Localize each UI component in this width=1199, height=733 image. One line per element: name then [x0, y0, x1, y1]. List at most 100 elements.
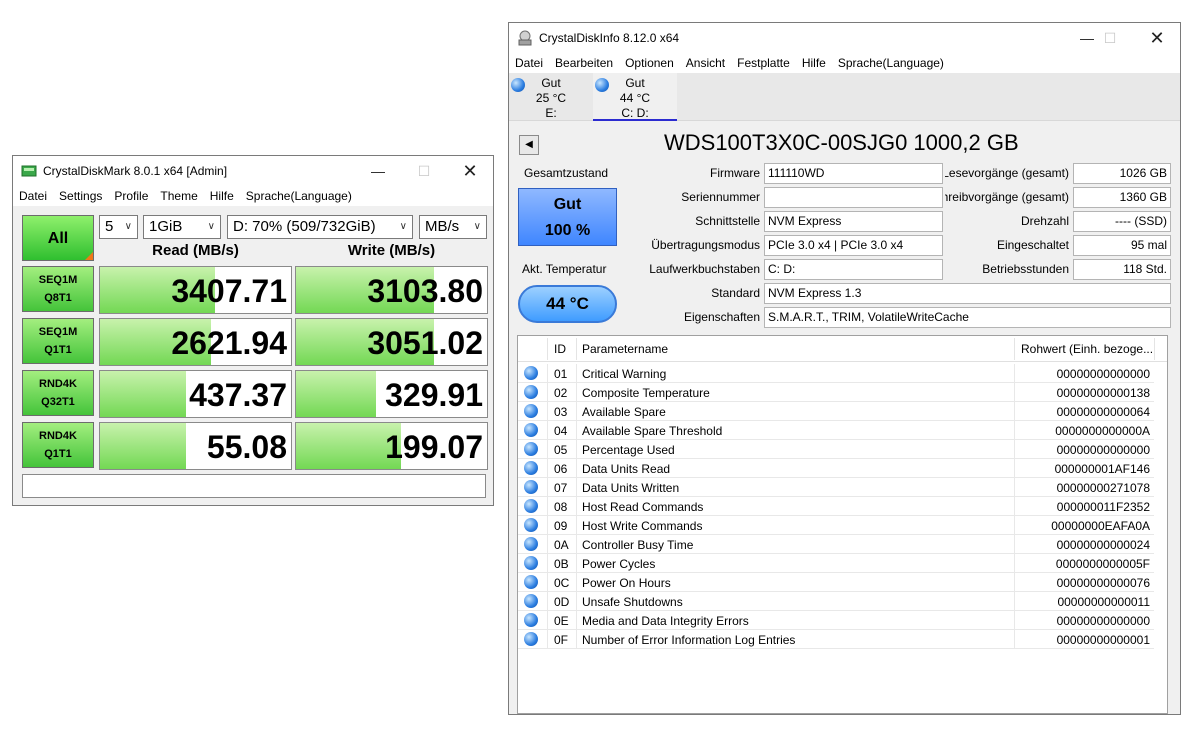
menu-ansicht[interactable]: Ansicht: [680, 53, 731, 73]
run-all-button[interactable]: All: [22, 215, 94, 261]
column-divider: [547, 459, 548, 478]
status-orb-icon: [524, 385, 538, 399]
column-divider: [547, 338, 548, 360]
table-row[interactable]: 0E Media and Data Integrity Errors 0000000…: [518, 611, 1154, 630]
table-row[interactable]: 05 Percentage Used 00000000000000: [518, 440, 1154, 459]
rnd4k-q32t1-button[interactable]: RND4K Q32T1: [22, 370, 94, 416]
column-divider: [576, 478, 577, 497]
column-header-name[interactable]: Parametername: [582, 342, 668, 356]
chevron-down-icon: ∨: [207, 221, 215, 232]
column-divider: [576, 573, 577, 592]
column-divider: [1014, 535, 1015, 554]
attribute-id: 02: [554, 386, 568, 400]
test-size-value: 1GiB: [149, 218, 183, 235]
table-row[interactable]: 0F Number of Error Information Log Entrie…: [518, 630, 1154, 649]
rotation-rate-label: Drehzahl: [1020, 214, 1069, 228]
table-row[interactable]: 02 Composite Temperature 00000000000138: [518, 383, 1154, 402]
menu-settings[interactable]: Settings: [53, 186, 108, 206]
read-header: Read (MB/s): [152, 242, 239, 259]
table-row[interactable]: 07 Data Units Written 00000000271078: [518, 478, 1154, 497]
table-row[interactable]: 09 Host Write Commands 00000000EAFA0A: [518, 516, 1154, 535]
menu-bearbeiten[interactable]: Bearbeiten: [549, 53, 619, 73]
maximize-button[interactable]: ☐: [1087, 23, 1133, 53]
table-row[interactable]: 0D Unsafe Shutdowns 00000000000011: [518, 592, 1154, 611]
attribute-id: 0D: [554, 595, 570, 609]
unit-select[interactable]: MB/s ∨: [419, 215, 487, 239]
attribute-name: Power Cycles: [582, 557, 656, 571]
attribute-raw-value: 00000000000001: [1056, 633, 1150, 647]
status-orb-icon: [524, 423, 538, 437]
attribute-raw-value: 00000000EAFA0A: [1051, 519, 1150, 533]
transfer-mode-value: PCIe 3.0 x4 | PCIe 3.0 x4: [764, 235, 943, 256]
attribute-raw-value: 000000011F2352: [1056, 500, 1150, 514]
menu-language[interactable]: Sprache(Language): [832, 53, 950, 73]
previous-disk-button[interactable]: ◀: [519, 135, 539, 155]
close-button[interactable]: ✕: [1134, 23, 1180, 53]
column-divider: [1014, 383, 1015, 402]
rnd4k-q1t1-button[interactable]: RND4K Q1T1: [22, 422, 94, 468]
close-button[interactable]: ✕: [447, 156, 493, 186]
test-size-select[interactable]: 1GiB ∨: [143, 215, 221, 239]
table-row[interactable]: 03 Available Spare 00000000000064: [518, 402, 1154, 421]
column-header-id[interactable]: ID: [554, 342, 566, 356]
test-count-select[interactable]: 5 ∨: [99, 215, 138, 239]
menu-language[interactable]: Sprache(Language): [240, 186, 358, 206]
column-divider: [547, 364, 548, 383]
column-divider: [1014, 592, 1015, 611]
write-value: 3051.02: [367, 325, 483, 361]
minimize-button[interactable]: —: [355, 156, 401, 186]
seq1m-q8t1-button[interactable]: SEQ1M Q8T1: [22, 266, 94, 312]
menu-optionen[interactable]: Optionen: [619, 53, 680, 73]
crystaldiskinfo-app-icon: [517, 30, 533, 46]
column-divider: [576, 630, 577, 649]
menu-hilfe[interactable]: Hilfe: [796, 53, 832, 73]
menu-profile[interactable]: Profile: [108, 186, 154, 206]
standard-label: Standard: [711, 286, 760, 300]
drive-select[interactable]: D: 70% (509/732GiB) ∨: [227, 215, 413, 239]
run-all-label: All: [47, 230, 69, 247]
menu-theme[interactable]: Theme: [154, 186, 203, 206]
attribute-raw-value: 00000000000000: [1056, 443, 1150, 457]
column-divider: [547, 573, 548, 592]
status-orb-icon: [524, 575, 538, 589]
table-row[interactable]: 01 Critical Warning 00000000000000: [518, 364, 1154, 383]
maximize-button[interactable]: ☐: [401, 156, 447, 186]
column-divider: [576, 554, 577, 573]
total-reads-value: 1026 GB: [1073, 163, 1171, 184]
triangle-left-icon: ◀: [525, 139, 533, 150]
attribute-raw-value: 00000000000000: [1056, 367, 1150, 381]
column-divider: [1014, 516, 1015, 535]
menu-hilfe[interactable]: Hilfe: [204, 186, 240, 206]
column-divider: [576, 421, 577, 440]
attribute-raw-value: 00000000000138: [1056, 386, 1150, 400]
write-value: 3103.80: [367, 273, 483, 309]
menu-festplatte[interactable]: Festplatte: [731, 53, 796, 73]
table-row[interactable]: 0C Power On Hours 00000000000076: [518, 573, 1154, 592]
unit-value: MB/s: [425, 218, 460, 235]
cdm-titlebar[interactable]: CrystalDiskMark 8.0.1 x64 [Admin] — ☐ ✕: [13, 156, 493, 186]
table-row[interactable]: 0B Power Cycles 0000000000005F: [518, 554, 1154, 573]
seq1m-q1t1-button[interactable]: SEQ1M Q1T1: [22, 318, 94, 364]
column-divider: [1014, 440, 1015, 459]
disk-tab-e[interactable]: Gut 25 °C E:: [509, 73, 593, 121]
column-divider: [547, 611, 548, 630]
table-row[interactable]: 08 Host Read Commands 000000011F2352: [518, 497, 1154, 516]
column-divider: [547, 554, 548, 573]
power-on-count-value: 95 mal: [1073, 235, 1171, 256]
table-row[interactable]: 0A Controller Busy Time 00000000000024: [518, 535, 1154, 554]
disk-temp: 25 °C: [535, 91, 567, 105]
read-value: 55.08: [206, 429, 287, 465]
menu-datei[interactable]: Datei: [509, 53, 549, 73]
column-divider: [1154, 338, 1155, 360]
column-divider: [1014, 459, 1015, 478]
menu-datei[interactable]: Datei: [13, 186, 53, 206]
test-name: SEQ1M: [38, 274, 78, 286]
cdi-title: CrystalDiskInfo 8.12.0 x64: [539, 31, 680, 45]
table-row[interactable]: 06 Data Units Read 000000001AF146: [518, 459, 1154, 478]
column-header-raw[interactable]: Rohwert (Einh. bezoge...: [1021, 342, 1153, 356]
disk-tab-c-d[interactable]: Gut 44 °C C: D:: [593, 73, 677, 121]
attribute-raw-value: 00000000000011: [1057, 595, 1150, 609]
cdi-titlebar[interactable]: CrystalDiskInfo 8.12.0 x64 — ☐ ✕: [509, 23, 1180, 53]
table-row[interactable]: 04 Available Spare Threshold 0000000000000…: [518, 421, 1154, 440]
transfer-mode-label: Übertragungsmodus: [651, 238, 760, 252]
